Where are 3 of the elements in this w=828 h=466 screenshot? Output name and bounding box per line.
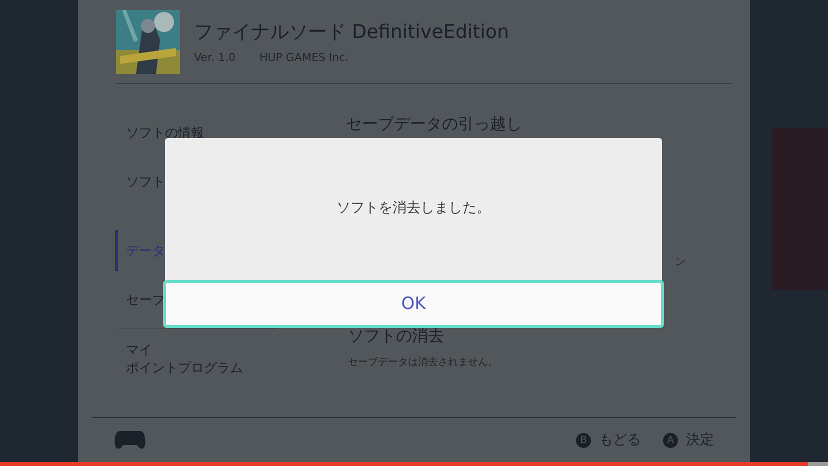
ok-button[interactable]: OK (163, 280, 664, 328)
dialog-message: ソフトを消去しました。 (336, 199, 492, 218)
controller-icon (114, 429, 146, 451)
